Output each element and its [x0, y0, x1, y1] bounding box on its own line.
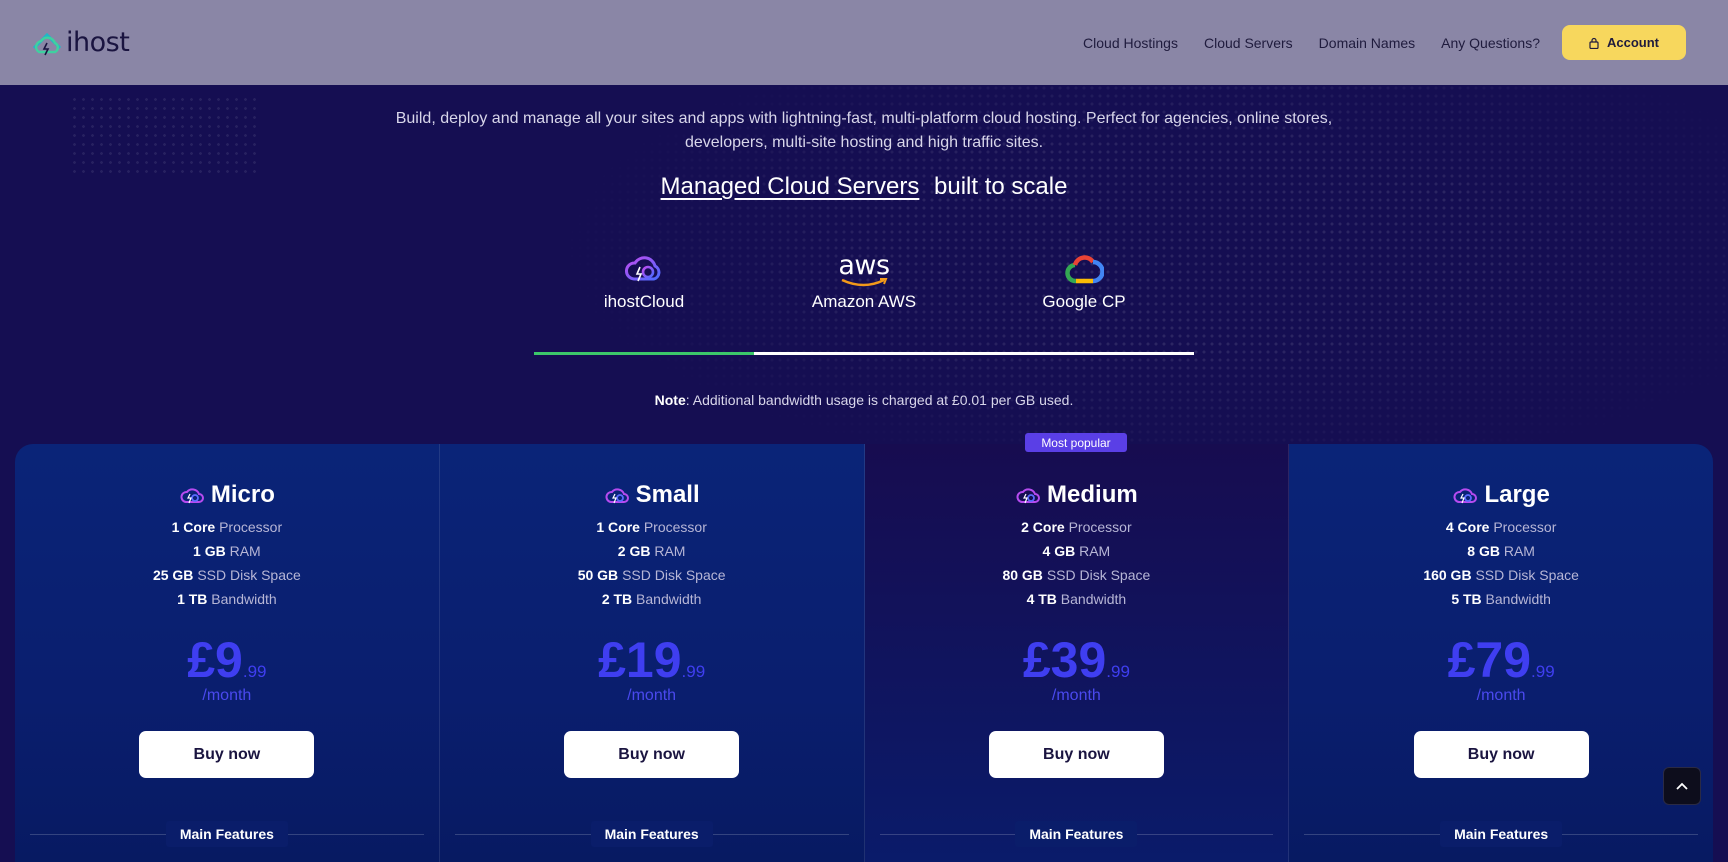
plan-price: £19.99 — [598, 632, 706, 688]
logo[interactable]: ihost — [30, 27, 130, 58]
plan-name: Micro — [210, 481, 275, 508]
plan-card-medium: Medium 2 Core Processor 4 GB RAM 80 GB S… — [864, 444, 1290, 862]
spec-processor: 1 Core Processor — [596, 519, 707, 535]
main-features-label: Main Features — [590, 821, 713, 847]
main-features-divider: Main Features — [454, 820, 849, 848]
chevron-up-icon — [1676, 782, 1688, 790]
spec-disk: 80 GB SSD Disk Space — [1002, 567, 1151, 583]
ihost-logo-icon — [32, 32, 62, 55]
plan-name: Small — [635, 481, 700, 508]
headline-rest: built to scale — [934, 173, 1068, 200]
price-period: /month — [202, 687, 252, 704]
buy-now-button[interactable]: Buy now — [988, 731, 1164, 778]
plan-card-large: Large 4 Core Processor 8 GB RAM 160 GB S… — [1289, 444, 1713, 862]
buy-now-button[interactable]: Buy now — [564, 731, 740, 778]
provider-tabs: ihostCloud aws Amazon AWS Google CP — [534, 248, 1194, 358]
plan-price: £9.99 — [187, 632, 267, 688]
spec-disk: 25 GB SSD Disk Space — [152, 567, 301, 583]
most-popular-badge: Most popular — [1025, 433, 1127, 452]
plan-name: Medium — [1047, 481, 1138, 508]
plan-card-small: Small 1 Core Processor 2 GB RAM 50 GB SS… — [440, 444, 865, 862]
buy-now-button[interactable]: Buy now — [139, 731, 315, 778]
spec-bandwidth: 4 TB Bandwidth — [1026, 591, 1127, 607]
site-header: ihost Cloud Hostings Cloud Servers Domai… — [0, 0, 1728, 85]
cloud-icon — [1016, 488, 1041, 504]
tab-ihostcloud-label: ihostCloud — [603, 292, 685, 311]
spec-processor: 1 Core Processor — [171, 519, 283, 535]
main-features-label: Main Features — [165, 821, 288, 847]
spec-ram: 2 GB RAM — [617, 543, 686, 559]
spec-bandwidth: 1 TB Bandwidth — [177, 591, 277, 607]
bandwidth-note: Note: Additional bandwidth usage is char… — [0, 392, 1728, 408]
ihostcloud-icon — [625, 256, 661, 282]
intro-text: Build, deploy and manage all your sites … — [395, 110, 1333, 151]
tab-google-cp-label: Google CP — [1042, 292, 1126, 311]
dot-pattern — [70, 95, 260, 175]
provider-tab-indicator — [534, 352, 1194, 355]
spec-ram: 4 GB RAM — [1042, 543, 1111, 559]
main-features-divider: Main Features — [30, 820, 424, 848]
plan-name: Large — [1484, 481, 1550, 508]
spec-processor: 4 Core Processor — [1445, 519, 1557, 535]
spec-disk: 50 GB SSD Disk Space — [577, 567, 726, 583]
tab-amazon-aws[interactable]: aws Amazon AWS — [754, 252, 974, 312]
aws-smile-icon — [841, 277, 888, 286]
price-period: /month — [1051, 687, 1101, 704]
cloud-icon — [180, 488, 204, 504]
tab-ihostcloud[interactable]: ihostCloud — [534, 248, 754, 312]
price-period: /month — [1476, 687, 1526, 704]
scroll-to-top-button[interactable] — [1663, 767, 1701, 805]
spec-ram: 1 GB RAM — [193, 543, 261, 559]
main-features-label: Main Features — [1015, 821, 1138, 847]
account-label: Account — [1607, 35, 1659, 50]
main-features-label: Main Features — [1440, 821, 1563, 847]
tab-amazon-aws-label: Amazon AWS — [811, 292, 917, 311]
main-features-divider: Main Features — [1304, 820, 1699, 848]
note-text: : Additional bandwidth usage is charged … — [685, 392, 1074, 408]
note-label: Note — [654, 392, 686, 408]
tab-google-cp[interactable]: Google CP — [974, 252, 1194, 312]
headline: Managed Cloud Servers built to scale — [0, 173, 1728, 201]
cloud-icon — [1453, 488, 1478, 504]
spec-ram: 8 GB RAM — [1467, 543, 1535, 559]
account-button[interactable]: Account — [1562, 25, 1686, 60]
cloud-icon — [605, 488, 629, 504]
logo-text: ihost — [66, 27, 130, 58]
plan-card-micro: Micro 1 Core Processor 1 GB RAM 25 GB SS… — [15, 444, 440, 862]
nav-any-questions[interactable]: Any Questions? — [1441, 35, 1540, 51]
plan-price: £79.99 — [1447, 632, 1555, 688]
nav-cloud-hostings[interactable]: Cloud Hostings — [1083, 35, 1178, 51]
plan-price: £39.99 — [1022, 632, 1130, 688]
main-features-divider: Main Features — [879, 820, 1274, 848]
spec-processor: 2 Core Processor — [1021, 519, 1132, 535]
lock-icon — [1589, 37, 1599, 49]
main-nav: Cloud Hostings Cloud Servers Domain Name… — [1083, 35, 1540, 51]
pricing-table: Micro 1 Core Processor 1 GB RAM 25 GB SS… — [15, 444, 1713, 862]
managed-cloud-servers-link[interactable]: Managed Cloud Servers — [661, 173, 920, 200]
google-cloud-icon — [1065, 255, 1104, 284]
price-period: /month — [627, 687, 677, 704]
spec-bandwidth: 2 TB Bandwidth — [601, 591, 702, 607]
aws-logo: aws — [838, 249, 890, 281]
buy-now-button[interactable]: Buy now — [1413, 731, 1589, 778]
spec-disk: 160 GB SSD Disk Space — [1423, 567, 1579, 583]
active-tab-indicator — [534, 352, 754, 355]
nav-cloud-servers[interactable]: Cloud Servers — [1204, 35, 1293, 51]
spec-bandwidth: 5 TB Bandwidth — [1451, 591, 1551, 607]
nav-domain-names[interactable]: Domain Names — [1319, 35, 1415, 51]
